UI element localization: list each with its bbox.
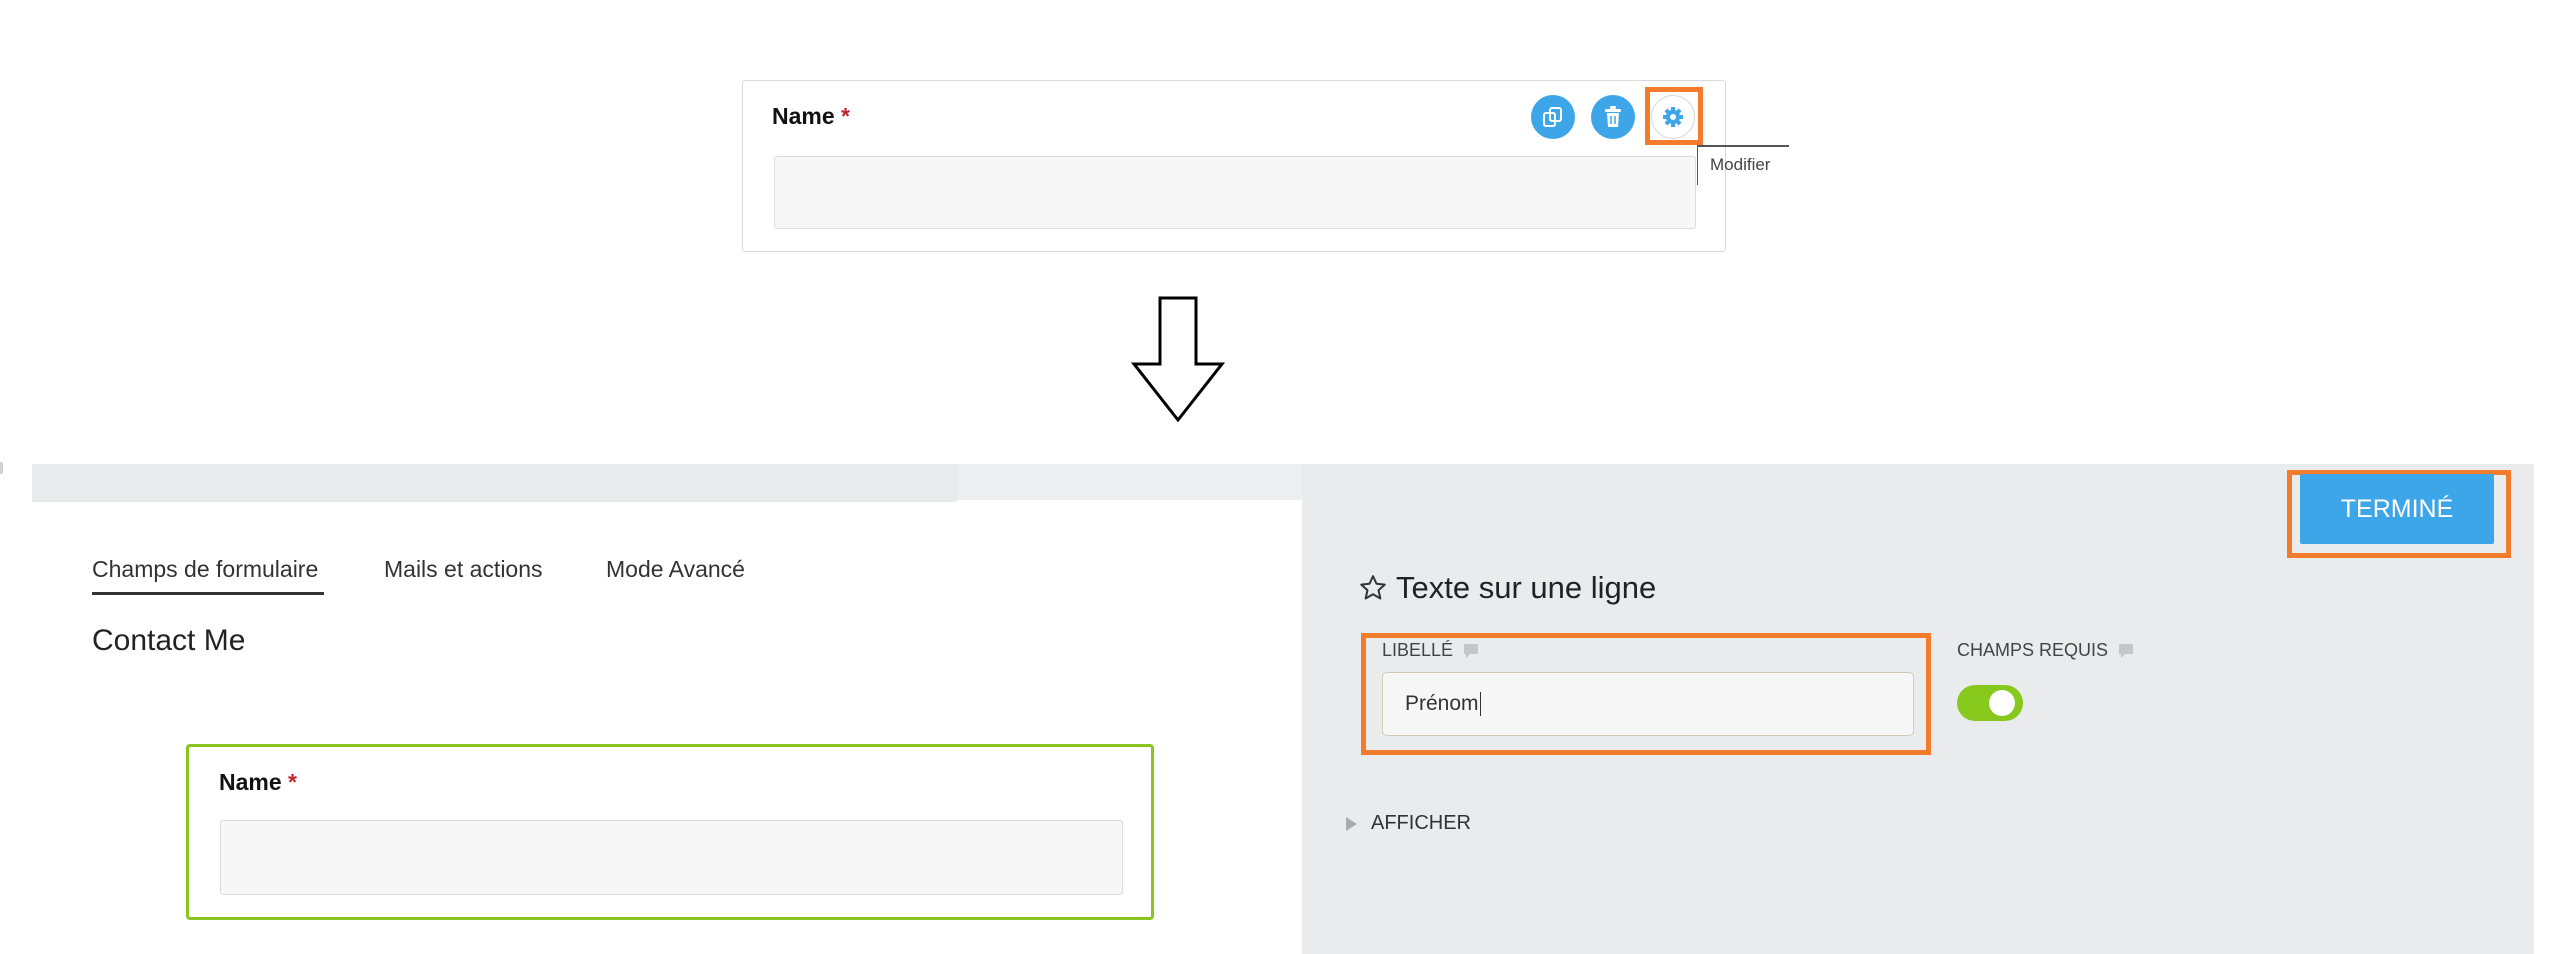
- settings-highlight-box: [1645, 87, 1703, 145]
- field-type-title: Texte sur une ligne: [1396, 570, 1657, 605]
- form-title: Contact Me: [92, 624, 246, 657]
- tab-advanced-mode[interactable]: Mode Avancé: [606, 556, 745, 583]
- comment-icon[interactable]: [1463, 643, 1479, 659]
- copy-button[interactable]: [1531, 95, 1575, 139]
- star-outline-icon: [1360, 575, 1386, 600]
- copy-icon: [1543, 107, 1562, 127]
- text-caret: [1479, 692, 1482, 716]
- required-caption-text: CHAMPS REQUIS: [1957, 640, 2109, 660]
- down-arrow-icon: [1130, 296, 1226, 423]
- field-label: Name *: [772, 103, 850, 130]
- label-caption-text: LIBELLÉ: [1382, 640, 1454, 660]
- required-asterisk: *: [288, 769, 297, 795]
- field-input-preview[interactable]: [774, 156, 1696, 229]
- triangle-right-icon: [1346, 816, 1357, 831]
- delete-button[interactable]: [1591, 95, 1635, 139]
- form-builder-topbar-tail: [957, 464, 1302, 500]
- field-label-text: Name: [219, 769, 282, 795]
- tab-mails-actions[interactable]: Mails et actions: [384, 556, 543, 583]
- edge-marker: [0, 462, 3, 474]
- field-label: Name *: [219, 769, 297, 796]
- show-more-toggle[interactable]: AFFICHER: [1346, 812, 1471, 835]
- form-builder-topbar: [32, 464, 957, 502]
- show-more-label: AFFICHER: [1371, 812, 1471, 834]
- field-type-heading: Texte sur une ligne: [1358, 570, 1656, 606]
- done-button[interactable]: TERMINÉ: [2300, 474, 2494, 544]
- label-input-value: Prénom: [1405, 692, 1479, 715]
- settings-tooltip: Modifier: [1697, 145, 1770, 185]
- active-tab-underline: [92, 592, 324, 595]
- required-asterisk: *: [841, 103, 850, 129]
- toggle-knob: [1989, 690, 2015, 716]
- field-input-preview[interactable]: [220, 820, 1123, 895]
- trash-icon: [1605, 106, 1621, 127]
- required-caption: CHAMPS REQUIS: [1957, 640, 2134, 661]
- field-label-text: Name: [772, 103, 835, 129]
- comment-icon[interactable]: [2118, 643, 2134, 659]
- label-input[interactable]: Prénom: [1382, 672, 1914, 736]
- tab-form-fields[interactable]: Champs de formulaire: [92, 556, 318, 583]
- label-caption: LIBELLÉ: [1382, 640, 1479, 661]
